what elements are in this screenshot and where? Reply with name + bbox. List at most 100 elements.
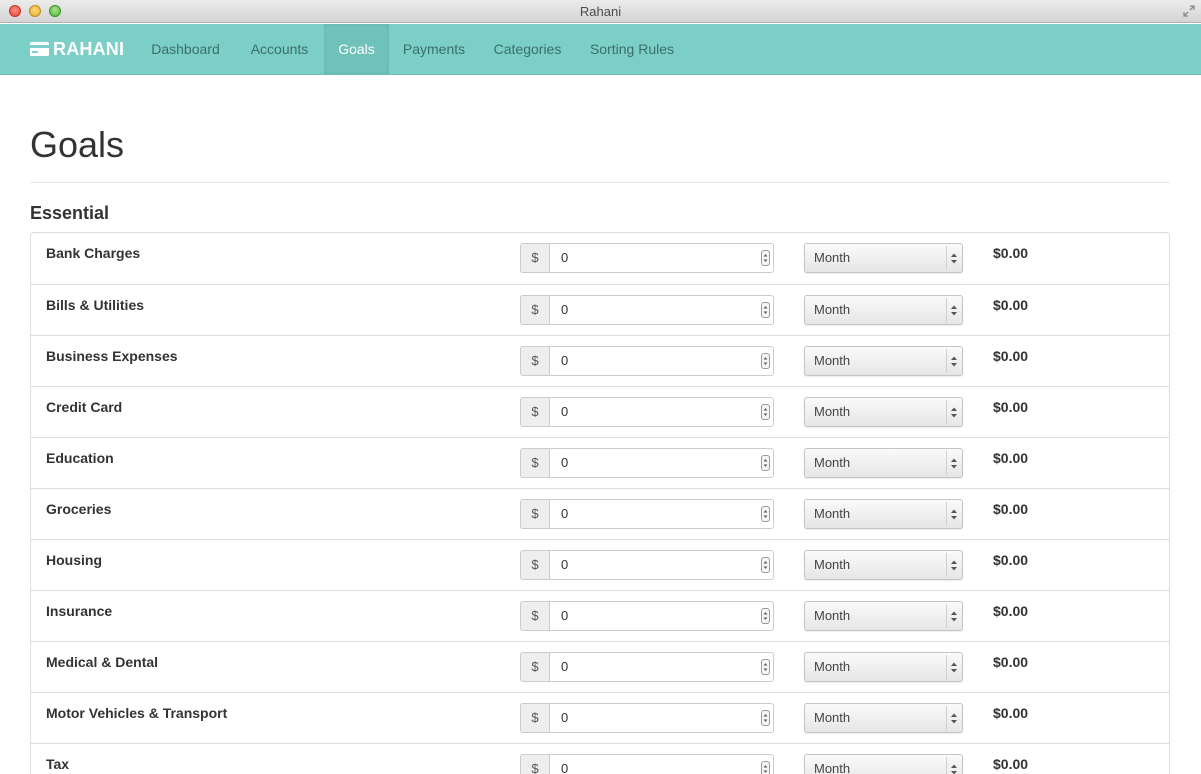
nav-item-accounts[interactable]: Accounts bbox=[235, 24, 324, 74]
goal-amount-value: 0 bbox=[561, 250, 569, 265]
number-spinner-icon[interactable] bbox=[761, 404, 770, 420]
select-arrows-icon bbox=[951, 509, 957, 520]
number-spinner-icon[interactable] bbox=[761, 353, 770, 369]
select-divider bbox=[946, 604, 947, 628]
goal-period-select[interactable]: Month bbox=[804, 754, 963, 774]
select-divider bbox=[946, 757, 947, 774]
number-spinner-icon[interactable] bbox=[761, 250, 770, 266]
goal-total: $0.00 bbox=[993, 245, 1029, 261]
currency-addon: $ bbox=[520, 448, 549, 478]
goal-amount-input[interactable]: 0 bbox=[549, 397, 774, 427]
brand-logo[interactable]: RAHANI bbox=[30, 38, 124, 60]
number-spinner-icon[interactable] bbox=[761, 761, 770, 774]
goal-amount-input[interactable]: 0 bbox=[549, 243, 774, 273]
goal-category-label: Motor Vehicles & Transport bbox=[46, 705, 228, 721]
nav-item-dashboard[interactable]: Dashboard bbox=[136, 24, 235, 74]
title-divider bbox=[30, 182, 1170, 183]
goal-category-label: Tax bbox=[46, 756, 70, 772]
goal-period-select[interactable]: Month bbox=[804, 703, 963, 733]
select-arrows-icon bbox=[951, 662, 957, 673]
goal-amount-input[interactable]: 0 bbox=[549, 499, 774, 529]
currency-addon: $ bbox=[520, 397, 549, 427]
card-icon bbox=[30, 42, 49, 56]
goal-period-select[interactable]: Month bbox=[804, 448, 963, 478]
select-arrows-icon bbox=[951, 305, 957, 316]
goal-total: $0.00 bbox=[993, 756, 1029, 772]
select-divider bbox=[946, 655, 947, 679]
fullscreen-icon[interactable] bbox=[1183, 5, 1195, 17]
brand-name: RAHANI bbox=[53, 38, 125, 59]
goal-row: Bank Charges $ 0 Month $0.00 bbox=[31, 233, 1169, 284]
select-arrows-icon bbox=[951, 458, 957, 469]
nav-item-sorting-rules[interactable]: Sorting Rules bbox=[576, 24, 688, 74]
currency-addon: $ bbox=[520, 754, 549, 774]
goal-total: $0.00 bbox=[993, 705, 1029, 721]
goal-period-select[interactable]: Month bbox=[804, 499, 963, 529]
currency-addon: $ bbox=[520, 550, 549, 580]
goal-row: Insurance $ 0 Month $0.00 bbox=[31, 590, 1169, 641]
goal-amount-input[interactable]: 0 bbox=[549, 754, 774, 774]
select-arrows-icon bbox=[951, 764, 957, 774]
window-titlebar: Rahani bbox=[0, 0, 1201, 23]
goal-total: $0.00 bbox=[993, 501, 1029, 517]
goal-period-value: Month bbox=[814, 302, 851, 317]
nav-item-goals[interactable]: Goals bbox=[324, 24, 389, 74]
select-divider bbox=[946, 553, 947, 577]
nav-item-categories[interactable]: Categories bbox=[479, 24, 576, 74]
currency-addon: $ bbox=[520, 652, 549, 682]
goal-row: Bills & Utilities $ 0 Month $0.00 bbox=[31, 284, 1169, 335]
number-spinner-icon[interactable] bbox=[761, 710, 770, 726]
number-spinner-icon[interactable] bbox=[761, 506, 770, 522]
goal-amount-input[interactable]: 0 bbox=[549, 448, 774, 478]
goal-category-label: Medical & Dental bbox=[46, 654, 159, 670]
number-spinner-icon[interactable] bbox=[761, 608, 770, 624]
goal-period-value: Month bbox=[814, 608, 851, 623]
select-divider bbox=[946, 246, 947, 270]
number-spinner-icon[interactable] bbox=[761, 557, 770, 573]
currency-addon: $ bbox=[520, 243, 549, 273]
goal-amount-input[interactable]: 0 bbox=[549, 703, 774, 733]
goal-amount-input[interactable]: 0 bbox=[549, 295, 774, 325]
goal-period-select[interactable]: Month bbox=[804, 346, 963, 376]
currency-addon: $ bbox=[520, 295, 549, 325]
goal-category-label: Housing bbox=[46, 552, 102, 568]
goal-period-value: Month bbox=[814, 710, 851, 725]
nav-item-payments[interactable]: Payments bbox=[389, 24, 479, 74]
goal-amount-input[interactable]: 0 bbox=[549, 652, 774, 682]
goal-amount-group: $ 0 bbox=[520, 397, 774, 427]
goal-total: $0.00 bbox=[993, 399, 1029, 415]
goal-period-select[interactable]: Month bbox=[804, 550, 963, 580]
goal-period-value: Month bbox=[814, 455, 851, 470]
number-spinner-icon[interactable] bbox=[761, 455, 770, 471]
goal-period-select[interactable]: Month bbox=[804, 243, 963, 273]
goal-amount-input[interactable]: 0 bbox=[549, 601, 774, 631]
goal-amount-group: $ 0 bbox=[520, 243, 774, 273]
goal-total: $0.00 bbox=[993, 348, 1029, 364]
goal-amount-input[interactable]: 0 bbox=[549, 550, 774, 580]
number-spinner-icon[interactable] bbox=[761, 659, 770, 675]
select-arrows-icon bbox=[951, 611, 957, 622]
goal-amount-input[interactable]: 0 bbox=[549, 346, 774, 376]
select-arrows-icon bbox=[951, 356, 957, 367]
goal-amount-group: $ 0 bbox=[520, 754, 774, 774]
goal-row: Education $ 0 Month $0.00 bbox=[31, 437, 1169, 488]
goal-amount-value: 0 bbox=[561, 455, 569, 470]
number-spinner-icon[interactable] bbox=[761, 302, 770, 318]
select-divider bbox=[946, 298, 947, 322]
goal-amount-value: 0 bbox=[561, 710, 569, 725]
select-arrows-icon bbox=[951, 407, 957, 418]
goal-period-select[interactable]: Month bbox=[804, 601, 963, 631]
currency-addon: $ bbox=[520, 346, 549, 376]
select-arrows-icon bbox=[951, 560, 957, 571]
goal-period-select[interactable]: Month bbox=[804, 295, 963, 325]
goal-amount-group: $ 0 bbox=[520, 703, 774, 733]
window-title: Rahani bbox=[579, 4, 622, 19]
goal-total: $0.00 bbox=[993, 450, 1029, 466]
goal-amount-group: $ 0 bbox=[520, 499, 774, 529]
goal-period-select[interactable]: Month bbox=[804, 397, 963, 427]
select-divider bbox=[946, 706, 947, 730]
goal-category-label: Education bbox=[46, 450, 114, 466]
goal-amount-group: $ 0 bbox=[520, 346, 774, 376]
goal-period-select[interactable]: Month bbox=[804, 652, 963, 682]
goal-amount-value: 0 bbox=[561, 302, 569, 317]
